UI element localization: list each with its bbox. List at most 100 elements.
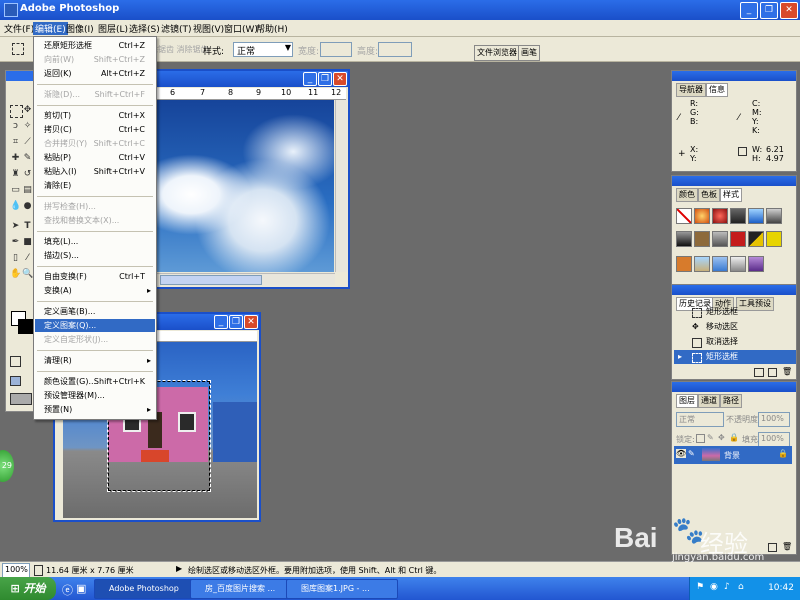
style-swatch[interactable]: [676, 256, 692, 272]
menu-item-stroke[interactable]: 描边(S)...: [35, 249, 155, 262]
panel-header[interactable]: [672, 285, 796, 295]
style-swatch[interactable]: [712, 208, 728, 224]
tab-paths[interactable]: 路径: [720, 394, 742, 408]
vertical-scrollbar[interactable]: [335, 100, 347, 272]
style-swatch[interactable]: [676, 208, 692, 224]
menu-item-step-backward[interactable]: 返回(K) Alt+Ctrl+Z: [35, 67, 155, 80]
style-select[interactable]: 正常 ▼: [233, 42, 293, 57]
lasso-tool-icon[interactable]: ↄ: [10, 121, 21, 132]
brush-tool-icon[interactable]: ✎: [22, 153, 33, 164]
doc-restore-button[interactable]: ❐: [229, 315, 243, 329]
layer-row-background[interactable]: 👁 ✎ 背景 🔒: [674, 446, 792, 464]
menu-item-undo[interactable]: 还原矩形选框 Ctrl+Z: [35, 39, 155, 52]
style-swatch[interactable]: [694, 256, 710, 272]
zoom-field[interactable]: 100%: [2, 563, 30, 578]
close-button[interactable]: ✕: [780, 2, 798, 19]
magic-wand-icon[interactable]: ✧: [22, 121, 33, 132]
move-tool-icon[interactable]: ✥: [22, 105, 33, 116]
quicklaunch-desktop-icon[interactable]: ▣: [76, 582, 86, 595]
crop-tool-icon[interactable]: ⌗: [10, 137, 21, 148]
tab-navigator[interactable]: 导航器: [676, 83, 706, 97]
tab-file-browser[interactable]: 文件浏览器: [474, 45, 520, 61]
zoom-tool-icon[interactable]: 🔍: [22, 269, 33, 280]
eye-icon[interactable]: 👁: [676, 449, 687, 458]
history-brush-icon[interactable]: ↺: [22, 169, 33, 180]
new-document-icon[interactable]: [768, 368, 777, 377]
style-swatch[interactable]: [730, 256, 746, 272]
slice-tool-icon[interactable]: ⟋: [22, 137, 33, 148]
restore-button[interactable]: ❐: [760, 2, 778, 19]
menu-item-free-transform[interactable]: 自由变换(F) Ctrl+T: [35, 270, 155, 283]
menu-item-copy-merged[interactable]: 合并拷贝(Y) Shift+Ctrl+C: [35, 137, 155, 150]
menu-select[interactable]: 选择(S): [129, 22, 160, 35]
clock[interactable]: 10:42: [768, 583, 794, 593]
taskbar-item-photoshop[interactable]: Adobe Photoshop: [94, 579, 202, 599]
style-swatch[interactable]: [676, 231, 692, 247]
style-swatch[interactable]: [748, 231, 764, 247]
menu-item-copy[interactable]: 拷贝(C) Ctrl+C: [35, 123, 155, 136]
history-item[interactable]: 矩形选框: [674, 305, 796, 319]
quicklaunch-ie-icon[interactable]: ⓔ: [62, 582, 73, 598]
side-badge-icon[interactable]: 29: [0, 450, 14, 482]
style-swatch[interactable]: [748, 208, 764, 224]
width-field[interactable]: [320, 42, 352, 57]
document-title-bar[interactable]: _ ❐ ✕: [130, 71, 348, 87]
doc-close-button[interactable]: ✕: [244, 315, 258, 329]
hand-tool-icon[interactable]: ✋: [10, 269, 21, 280]
tab-color[interactable]: 颜色: [676, 188, 698, 202]
history-item-current[interactable]: ▸ 矩形选框: [674, 350, 796, 364]
menu-item-purge[interactable]: 清理(R) ▸: [35, 354, 155, 367]
pen-tool-icon[interactable]: ✒: [10, 237, 21, 248]
sky-image-canvas[interactable]: [130, 100, 334, 272]
menu-item-cut[interactable]: 剪切(T) Ctrl+X: [35, 109, 155, 122]
dodge-tool-icon[interactable]: ●: [22, 201, 33, 212]
menu-item-paste-into[interactable]: 粘贴入(I) Shift+Ctrl+V: [35, 165, 155, 178]
blend-mode-select[interactable]: 正常: [676, 412, 724, 427]
menu-item-fade[interactable]: 渐隐(D)... Shift+Ctrl+F: [35, 88, 155, 101]
fill-field[interactable]: 100%: [758, 432, 790, 447]
eyedropper-icon[interactable]: ⁄: [22, 253, 33, 264]
menu-filter[interactable]: 滤镜(T): [161, 22, 192, 35]
tab-layers[interactable]: 图层: [676, 394, 698, 408]
menu-layer[interactable]: 图层(L): [98, 22, 128, 35]
tab-brushes[interactable]: 画笔: [518, 45, 540, 61]
shape-tool-icon[interactable]: ■: [22, 237, 33, 248]
blur-tool-icon[interactable]: 💧: [10, 201, 21, 212]
screen-mode-icon[interactable]: [10, 376, 21, 386]
trash-icon[interactable]: 🗑: [782, 367, 792, 376]
quick-mask-icon[interactable]: [10, 356, 21, 367]
menu-item-define-custom-shape[interactable]: 定义自定形状(J)...: [35, 333, 155, 346]
tab-swatches[interactable]: 色板: [698, 188, 720, 202]
horizontal-scrollbar[interactable]: [130, 273, 335, 285]
menu-item-find-replace[interactable]: 查找和替换文本(X)...: [35, 214, 155, 227]
menu-file[interactable]: 文件(F): [4, 22, 34, 35]
menu-item-step-forward[interactable]: 向前(W) Shift+Ctrl+Z: [35, 53, 155, 66]
path-select-icon[interactable]: ➤: [10, 221, 21, 232]
doc-minimize-button[interactable]: _: [303, 72, 317, 86]
style-swatch[interactable]: [730, 231, 746, 247]
menu-item-clear[interactable]: 清除(E): [35, 179, 155, 192]
history-item[interactable]: ✥ 移动选区: [674, 320, 796, 334]
height-field[interactable]: [378, 42, 412, 57]
doc-minimize-button[interactable]: _: [214, 315, 228, 329]
style-swatch[interactable]: [694, 231, 710, 247]
menu-item-define-pattern[interactable]: 定义图案(Q)...: [35, 319, 155, 332]
menu-item-preferences[interactable]: 预置(N) ▸: [35, 403, 155, 416]
doc-restore-button[interactable]: ❐: [318, 72, 332, 86]
style-swatch[interactable]: [748, 256, 764, 272]
menu-item-define-brush[interactable]: 定义画笔(B)...: [35, 305, 155, 318]
gradient-tool-icon[interactable]: ▤: [22, 185, 33, 196]
tray-icon[interactable]: ⌂: [738, 582, 744, 592]
menu-item-transform[interactable]: 变换(A) ▸: [35, 284, 155, 297]
type-tool-icon[interactable]: T: [22, 221, 33, 232]
lock-position-icon[interactable]: ✥: [718, 433, 725, 442]
menu-help[interactable]: 帮助(H): [256, 22, 288, 35]
lock-all-icon[interactable]: 🔒: [729, 433, 739, 442]
history-item[interactable]: 取消选择: [674, 335, 796, 349]
snapshot-icon[interactable]: [754, 368, 764, 377]
opacity-field[interactable]: 100%: [758, 412, 790, 427]
menu-item-preset-manager[interactable]: 预设管理器(M)...: [35, 389, 155, 402]
style-swatch[interactable]: [694, 208, 710, 224]
marquee-tool-icon[interactable]: [12, 43, 24, 55]
tray-icon[interactable]: ◉: [710, 582, 718, 592]
